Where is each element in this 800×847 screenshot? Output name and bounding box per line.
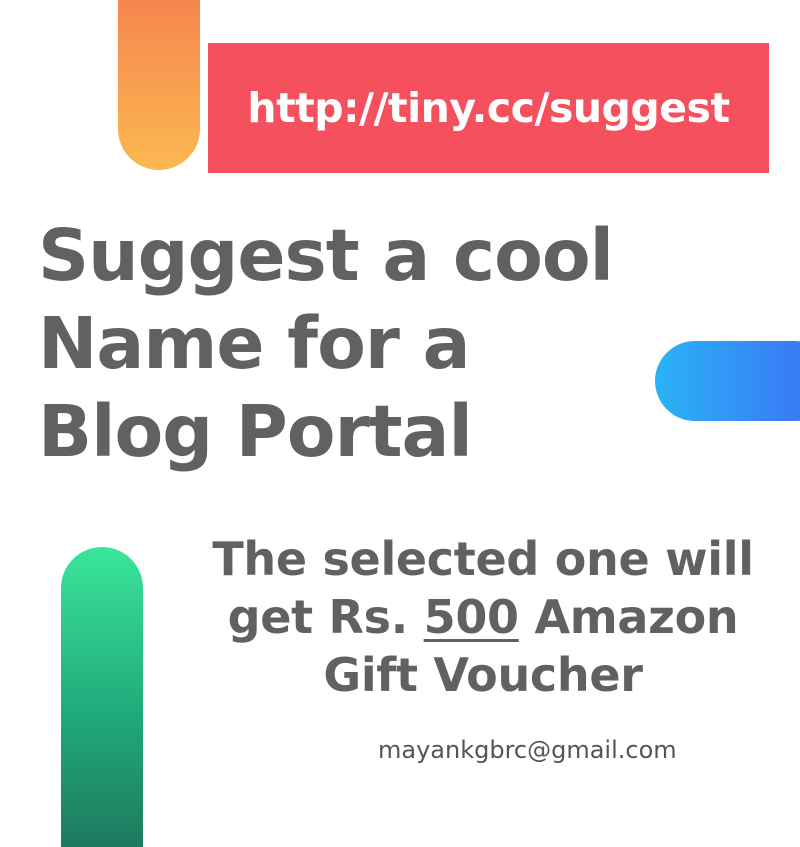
headline: Suggest a cool Name for a Blog Portal: [38, 212, 658, 476]
headline-line-2: Name for a: [38, 302, 471, 385]
url-banner: http://tiny.cc/suggest: [208, 43, 769, 173]
headline-line-1: Suggest a cool: [38, 214, 614, 297]
prize-line-3: Gift Voucher: [323, 648, 643, 702]
prize-line-2-prefix: get Rs.: [227, 590, 424, 644]
url-link[interactable]: http://tiny.cc/suggest: [247, 84, 730, 132]
prize-amount: 500: [423, 590, 519, 644]
orange-decorative-pill: [118, 0, 200, 170]
contact-email[interactable]: mayankgbrc@gmail.com: [378, 736, 677, 764]
green-decorative-pill: [61, 547, 143, 847]
blue-decorative-pill: [655, 341, 800, 421]
prize-line-2-suffix: Amazon: [518, 590, 739, 644]
headline-line-3: Blog Portal: [38, 390, 473, 473]
prize-text: The selected one will get Rs. 500 Amazon…: [178, 530, 788, 704]
prize-line-1: The selected one will: [212, 532, 754, 586]
prize-line-2: get Rs. 500 Amazon: [178, 588, 788, 646]
